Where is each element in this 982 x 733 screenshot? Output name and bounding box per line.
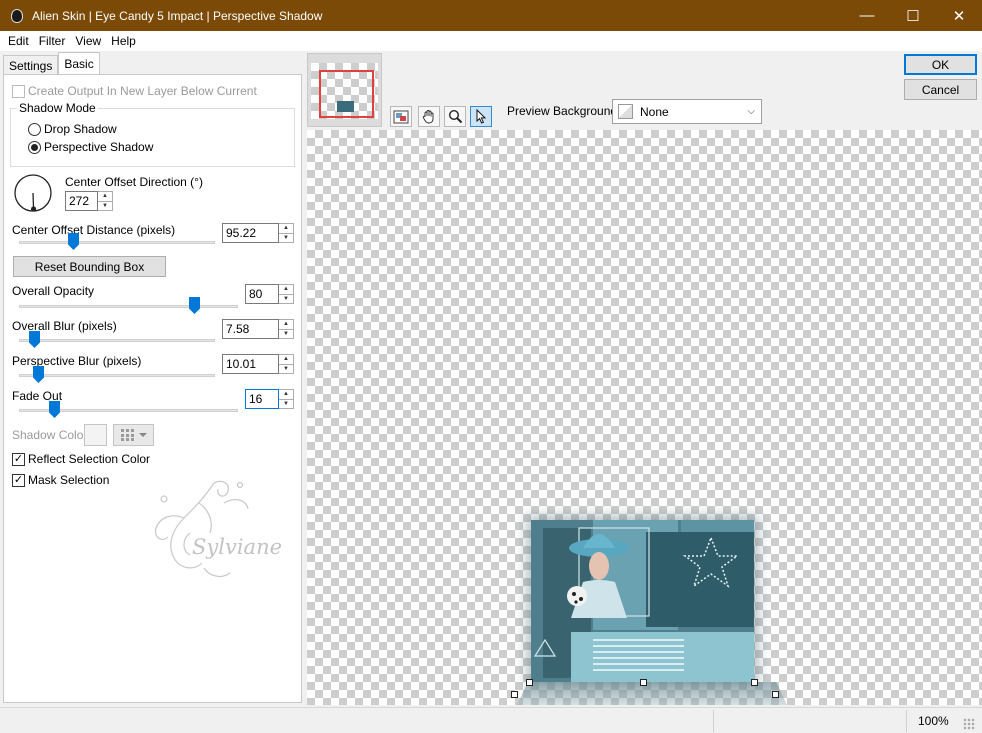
perspective-shadow-option[interactable]: Perspective Shadow bbox=[28, 140, 153, 154]
zoom-level: 100% bbox=[918, 714, 949, 728]
ok-button[interactable]: OK bbox=[904, 54, 977, 75]
overall-opacity-label: Overall Opacity bbox=[12, 284, 95, 298]
mask-selection-row: ✓ Mask Selection bbox=[12, 473, 109, 487]
menu-bar: Edit Filter View Help bbox=[0, 31, 982, 51]
preview-background-dropdown[interactable]: None ⌵ bbox=[612, 99, 762, 124]
title-bar: Alien Skin | Eye Candy 5 Impact | Perspe… bbox=[0, 0, 982, 31]
navigator-thumbnail[interactable] bbox=[307, 53, 382, 127]
cancel-button[interactable]: Cancel bbox=[904, 79, 977, 100]
fade-out-slider[interactable] bbox=[19, 401, 238, 419]
status-bar: 100% bbox=[0, 707, 982, 733]
perspective-blur-arrows[interactable]: ▲ ▼ bbox=[279, 354, 294, 374]
basic-tab-page: Create Output In New Layer Below Current… bbox=[3, 74, 302, 703]
center-offset-distance-input[interactable]: 95.22 bbox=[222, 223, 279, 243]
create-output-label: Create Output In New Layer Below Current bbox=[28, 84, 257, 98]
create-output-row: Create Output In New Layer Below Current bbox=[12, 84, 257, 98]
center-offset-distance-slider[interactable] bbox=[19, 233, 215, 251]
chevron-down-icon bbox=[138, 433, 147, 437]
minimize-button[interactable]: — bbox=[844, 0, 890, 31]
menu-edit[interactable]: Edit bbox=[3, 34, 34, 48]
center-offset-direction-spin[interactable]: 272 ▲ ▼ bbox=[65, 191, 113, 211]
center-offset-distance-spin[interactable]: 95.22 ▲ ▼ bbox=[222, 223, 294, 243]
close-button[interactable]: ✕ bbox=[936, 0, 982, 31]
color-swatch-icon bbox=[618, 104, 633, 119]
menu-view[interactable]: View bbox=[70, 34, 106, 48]
bounding-box-handle[interactable] bbox=[511, 691, 518, 698]
center-offset-direction-input[interactable]: 272 bbox=[65, 191, 98, 211]
slider-thumb[interactable] bbox=[29, 331, 40, 348]
overall-blur-spin[interactable]: 7.58 ▲ ▼ bbox=[222, 319, 294, 339]
tab-strip: Settings Basic bbox=[3, 52, 100, 74]
overall-blur-arrows[interactable]: ▲ ▼ bbox=[279, 319, 294, 339]
shadow-mode-label: Shadow Mode bbox=[17, 101, 98, 115]
tab-settings[interactable]: Settings bbox=[3, 55, 59, 74]
fade-out-arrows[interactable]: ▲ ▼ bbox=[279, 389, 294, 409]
preview-artwork bbox=[531, 520, 754, 682]
drop-shadow-option[interactable]: Drop Shadow bbox=[28, 122, 117, 136]
menu-filter[interactable]: Filter bbox=[34, 34, 71, 48]
bounding-box-handle[interactable] bbox=[526, 679, 533, 686]
preview-background-label: Preview Background: bbox=[507, 104, 621, 118]
watermark-text: Sylviane bbox=[192, 535, 283, 559]
thumbnail-view-frame[interactable] bbox=[319, 70, 374, 118]
reflect-selection-color-checkbox[interactable]: ✓ bbox=[12, 452, 25, 466]
center-offset-direction-arrows[interactable]: ▲ ▼ bbox=[98, 191, 113, 211]
hand-icon[interactable] bbox=[418, 106, 440, 127]
center-offset-direction-label: Center Offset Direction (°) bbox=[65, 175, 203, 189]
shadow-mode-group bbox=[10, 108, 295, 167]
settings-panel: Settings Basic Create Output In New Laye… bbox=[0, 51, 305, 705]
shadow-color-label: Shadow Color bbox=[12, 428, 88, 442]
preview-toggle-icon[interactable] bbox=[390, 106, 412, 127]
slider-thumb[interactable] bbox=[68, 233, 79, 250]
status-divider bbox=[713, 710, 714, 732]
pointer-icon[interactable] bbox=[470, 106, 492, 127]
perspective-shadow-radio[interactable] bbox=[28, 140, 41, 154]
bounding-box-handle[interactable] bbox=[640, 679, 647, 686]
chevron-down-icon: ⌵ bbox=[747, 106, 755, 117]
bounding-box-handle[interactable] bbox=[751, 679, 758, 686]
drop-shadow-radio[interactable] bbox=[28, 122, 41, 136]
bounding-box-handle[interactable] bbox=[772, 691, 779, 698]
resize-grip-icon[interactable] bbox=[963, 718, 975, 730]
overall-blur-slider[interactable] bbox=[19, 331, 215, 349]
overall-opacity-arrows[interactable]: ▲ ▼ bbox=[279, 284, 294, 304]
slider-thumb[interactable] bbox=[33, 366, 44, 383]
overall-blur-input[interactable]: 7.58 bbox=[222, 319, 279, 339]
overall-opacity-slider[interactable] bbox=[19, 297, 238, 315]
shadow-color-palette-button[interactable] bbox=[113, 424, 154, 446]
preview-background-value: None bbox=[640, 104, 669, 119]
slider-thumb[interactable] bbox=[49, 401, 60, 418]
perspective-blur-spin[interactable]: 10.01 ▲ ▼ bbox=[222, 354, 294, 374]
perspective-shadow-preview bbox=[517, 682, 787, 705]
app-icon bbox=[11, 8, 23, 23]
reset-bounding-box-button[interactable]: Reset Bounding Box bbox=[13, 256, 166, 277]
perspective-blur-input[interactable]: 10.01 bbox=[222, 354, 279, 374]
perspective-shadow-label: Perspective Shadow bbox=[44, 140, 154, 154]
slider-thumb[interactable] bbox=[189, 297, 200, 314]
shadow-color-swatch[interactable] bbox=[84, 424, 107, 446]
perspective-blur-slider[interactable] bbox=[19, 366, 215, 384]
status-divider bbox=[906, 710, 907, 732]
watermark-logo bbox=[144, 473, 294, 588]
reflect-selection-color-label: Reflect Selection Color bbox=[28, 452, 151, 466]
grid-icon bbox=[120, 429, 134, 441]
zoom-icon[interactable] bbox=[444, 106, 466, 127]
reflect-selection-color-row: ✓ Reflect Selection Color bbox=[12, 452, 150, 466]
mask-selection-label: Mask Selection bbox=[28, 473, 110, 487]
drop-shadow-label: Drop Shadow bbox=[44, 122, 117, 136]
mask-selection-checkbox[interactable]: ✓ bbox=[12, 473, 25, 487]
maximize-button[interactable]: ☐ bbox=[890, 0, 936, 31]
overall-opacity-input[interactable]: 80 bbox=[245, 284, 279, 304]
menu-help[interactable]: Help bbox=[106, 34, 141, 48]
direction-dial[interactable] bbox=[13, 173, 53, 213]
fade-out-input[interactable]: 16 bbox=[245, 389, 279, 409]
tab-basic[interactable]: Basic bbox=[58, 52, 100, 74]
window-title: Alien Skin | Eye Candy 5 Impact | Perspe… bbox=[32, 8, 323, 23]
fade-out-spin[interactable]: 16 ▲ ▼ bbox=[245, 389, 294, 409]
center-offset-distance-arrows[interactable]: ▲ ▼ bbox=[279, 223, 294, 243]
create-output-checkbox[interactable] bbox=[12, 84, 25, 98]
preview-canvas[interactable] bbox=[307, 130, 982, 705]
overall-opacity-spin[interactable]: 80 ▲ ▼ bbox=[245, 284, 294, 304]
